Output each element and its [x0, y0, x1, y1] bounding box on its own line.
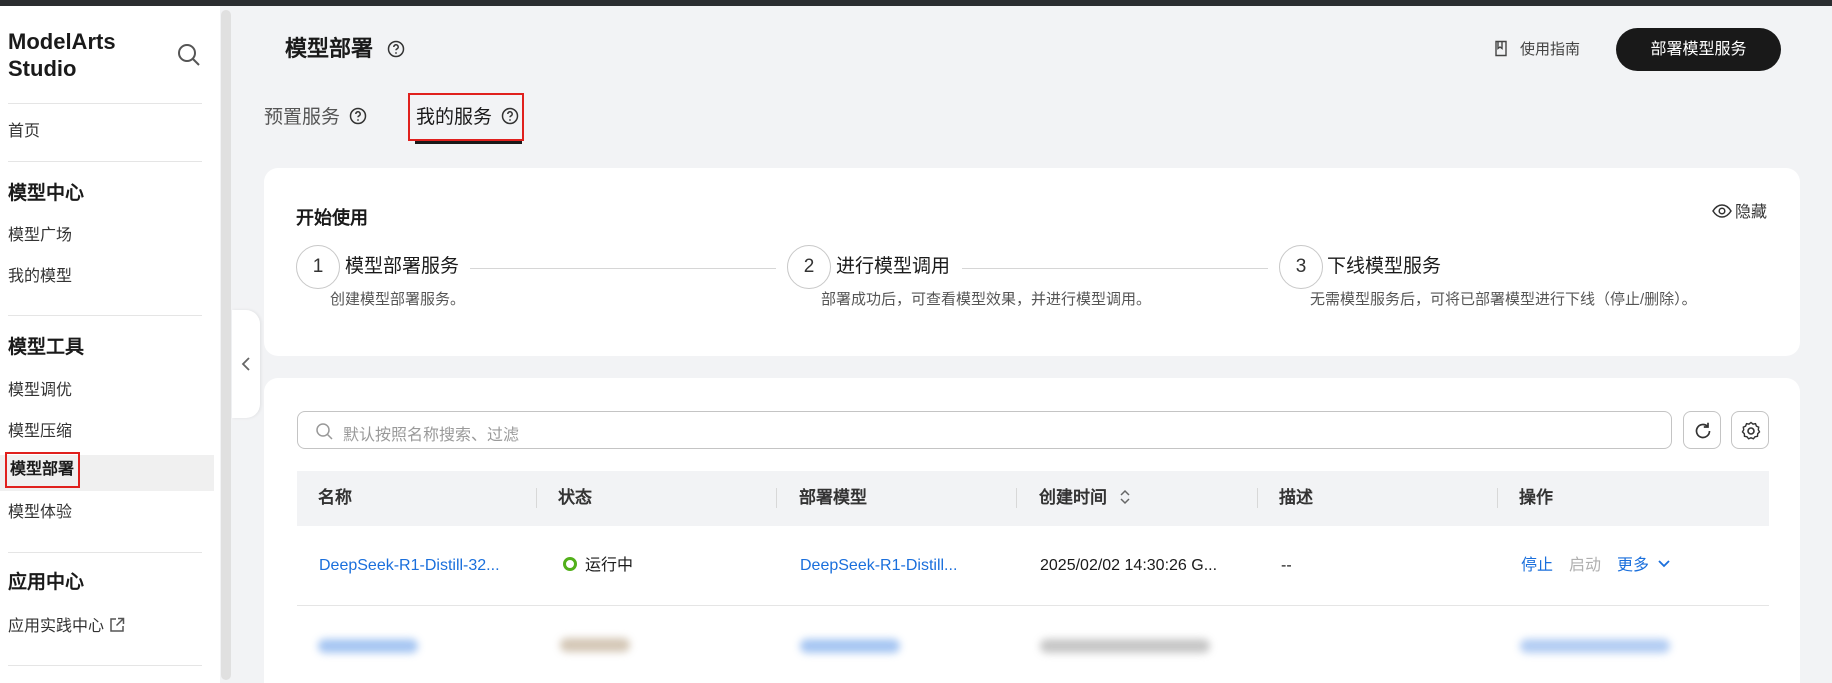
blurred-row-cell	[800, 639, 900, 653]
deployed-model-link[interactable]: DeepSeek-R1-Distill...	[800, 555, 957, 577]
search-placeholder: 默认按照名称搜索、过滤	[343, 427, 520, 444]
divider	[8, 161, 202, 162]
divider	[8, 315, 202, 316]
column-header-status: 状态	[558, 488, 592, 507]
blurred-row-cell	[318, 639, 418, 653]
blurred-row-cell	[560, 638, 630, 652]
sidebar-item-home[interactable]: 首页	[8, 122, 40, 142]
hide-button[interactable]: 隐藏	[1712, 202, 1767, 224]
column-separator	[536, 488, 537, 508]
page-title: 模型部署	[285, 36, 405, 62]
column-separator	[1497, 488, 1498, 508]
sidebar-item-model-tuning[interactable]: 模型调优	[8, 381, 72, 401]
column-separator	[1257, 488, 1258, 508]
service-name-link[interactable]: DeepSeek-R1-Distill-32...	[319, 555, 500, 577]
chevron-left-icon	[241, 357, 250, 371]
user-guide-link[interactable]: 使用指南	[1494, 40, 1580, 60]
sidebar-item-model-square[interactable]: 模型广场	[8, 226, 72, 246]
search-icon[interactable]	[176, 42, 202, 68]
blurred-row-cell	[1040, 639, 1210, 653]
step-description: 部署成功后，可查看模型效果，并进行模型调用。	[821, 291, 1152, 308]
top-bar	[0, 0, 1832, 6]
brand-logo: ModelArts Studio	[8, 29, 116, 81]
sidebar-item-model-compress[interactable]: 模型压缩	[8, 422, 72, 442]
refresh-button[interactable]	[1683, 411, 1721, 449]
sidebar-item-model-experience[interactable]: 模型体验	[8, 503, 72, 523]
sidebar-collapse-button[interactable]	[232, 310, 260, 418]
column-header-created-time[interactable]: 创建时间	[1039, 487, 1132, 509]
step-number: 1	[296, 245, 340, 289]
sidebar-scrollbar[interactable]	[221, 10, 231, 680]
blurred-row-cell	[1520, 639, 1670, 653]
column-header-actions: 操作	[1519, 488, 1553, 507]
step-connector	[470, 268, 776, 269]
search-input[interactable]: 默认按照名称搜索、过滤	[297, 411, 1672, 449]
tab-active-underline	[415, 141, 522, 144]
sidebar-section-app-center: 应用中心	[8, 572, 85, 593]
step-title: 下线模型服务	[1327, 256, 1442, 277]
search-icon	[316, 423, 333, 440]
tab-preset-services[interactable]: 预置服务	[264, 106, 367, 130]
status-badge: 运行中	[563, 555, 633, 577]
help-icon[interactable]	[349, 107, 367, 125]
step-number: 3	[1279, 245, 1323, 289]
row-divider	[297, 605, 1769, 606]
step-title: 模型部署服务	[345, 256, 460, 277]
tab-my-services[interactable]: 我的服务	[416, 106, 519, 130]
description: --	[1281, 557, 1292, 574]
getting-started-title: 开始使用	[296, 208, 368, 228]
start-button: 启动	[1569, 557, 1602, 574]
eye-icon	[1712, 204, 1732, 218]
external-link-icon	[110, 617, 125, 632]
refresh-icon	[1695, 422, 1711, 439]
divider	[8, 103, 202, 104]
divider	[8, 552, 202, 553]
chevron-down-icon	[1658, 560, 1671, 568]
help-icon[interactable]	[387, 40, 405, 58]
sidebar-section-model-tools: 模型工具	[8, 337, 85, 358]
column-separator	[776, 488, 777, 508]
sidebar-item-app-practice[interactable]: 应用实践中心	[8, 617, 125, 637]
stop-button[interactable]: 停止	[1521, 555, 1553, 577]
step-description: 创建模型部署服务。	[330, 291, 466, 308]
help-icon[interactable]	[501, 107, 519, 125]
sort-icon[interactable]	[1118, 488, 1132, 506]
sidebar-section-model-center: 模型中心	[8, 183, 85, 204]
book-icon	[1495, 40, 1507, 57]
step-number: 2	[787, 245, 831, 289]
column-header-deployed-model: 部署模型	[799, 488, 867, 507]
column-header-description: 描述	[1279, 488, 1313, 507]
deploy-model-service-button[interactable]: 部署模型服务	[1616, 28, 1781, 71]
sidebar-item-model-deploy[interactable]: 模型部署	[5, 452, 80, 488]
settings-button[interactable]	[1731, 411, 1769, 449]
step-description: 无需模型服务后，可将已部署模型进行下线（停止/删除）。	[1310, 291, 1697, 308]
column-separator	[1016, 488, 1017, 508]
running-status-icon	[563, 557, 577, 571]
sidebar-item-my-models[interactable]: 我的模型	[8, 267, 72, 287]
more-actions-button[interactable]: 更多	[1617, 555, 1671, 577]
created-time: 2025/02/02 14:30:26 G...	[1040, 557, 1218, 574]
divider	[8, 665, 202, 666]
step-title: 进行模型调用	[836, 256, 951, 277]
column-header-name: 名称	[318, 488, 352, 507]
getting-started-card	[264, 168, 1800, 356]
gear-icon	[1741, 421, 1761, 440]
step-connector	[962, 268, 1268, 269]
